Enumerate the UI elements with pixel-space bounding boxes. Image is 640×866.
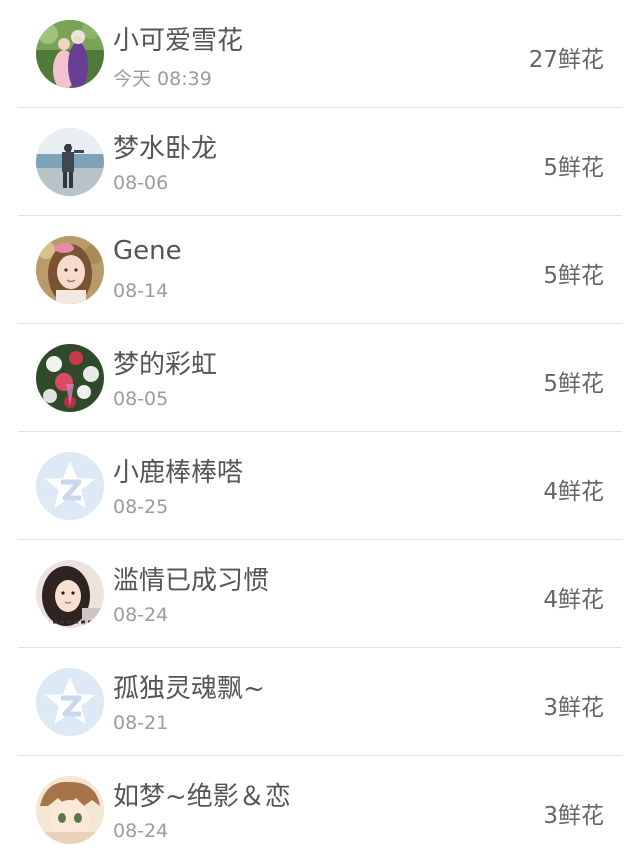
list-item[interactable]: 梦水卧龙 08-06 5鲜花 [0,108,640,216]
gift-time: 08-05 [113,388,169,410]
flower-gift-list: 小可爱雪花 今天 08:39 27鲜花 梦水卧龙 08-06 5鲜花 Gene … [0,0,640,866]
girl-selfie-avatar[interactable] [36,560,104,628]
user-name: 梦水卧龙 [113,134,218,164]
user-name: 滥情已成习惯 [113,566,270,596]
gift-time: 08-24 [113,820,169,842]
user-name: 梦的彩虹 [113,350,218,380]
flower-count: 4鲜花 [543,479,604,505]
list-item[interactable]: 如梦~绝影＆恋 08-24 3鲜花 [0,756,640,864]
list-item[interactable]: 小可爱雪花 今天 08:39 27鲜花 [0,0,640,108]
flower-bouquet-avatar[interactable] [36,344,104,412]
flower-count: 5鲜花 [543,263,604,289]
flower-count: 5鲜花 [543,371,604,397]
default-qzone-star-avatar[interactable] [36,668,104,736]
list-item[interactable]: 梦的彩虹 08-05 5鲜花 [0,324,640,432]
user-name: 小鹿棒棒嗒 [113,458,244,488]
gift-time: 08-24 [113,604,169,626]
user-name: 孤独灵魂飘~ [113,674,265,704]
flower-count: 27鲜花 [528,47,604,73]
flower-count: 3鲜花 [543,695,604,721]
anime-character-avatar[interactable] [36,776,104,844]
list-item[interactable]: 孤独灵魂飘~ 08-21 3鲜花 [0,648,640,756]
flower-count: 4鲜花 [543,587,604,613]
flower-count: 3鲜花 [543,803,604,829]
user-name: 如梦~绝影＆恋 [113,782,291,812]
girl-portrait-avatar[interactable] [36,236,104,304]
gift-time: 08-25 [113,496,169,518]
beach-person-avatar[interactable] [36,128,104,196]
default-qzone-star-avatar[interactable] [36,452,104,520]
list-item[interactable]: 滥情已成习惯 08-24 4鲜花 [0,540,640,648]
user-name: 小可爱雪花 [113,26,244,56]
gift-time: 08-14 [113,280,169,302]
user-name: Gene [113,236,182,266]
list-item[interactable]: Gene 08-14 5鲜花 [0,216,640,324]
gift-time: 08-21 [113,712,169,734]
gift-time: 08-06 [113,172,169,194]
gift-time: 今天 08:39 [113,68,212,90]
flower-count: 5鲜花 [543,155,604,181]
couple-photo-avatar[interactable] [36,20,104,88]
list-item[interactable]: 小鹿棒棒嗒 08-25 4鲜花 [0,432,640,540]
